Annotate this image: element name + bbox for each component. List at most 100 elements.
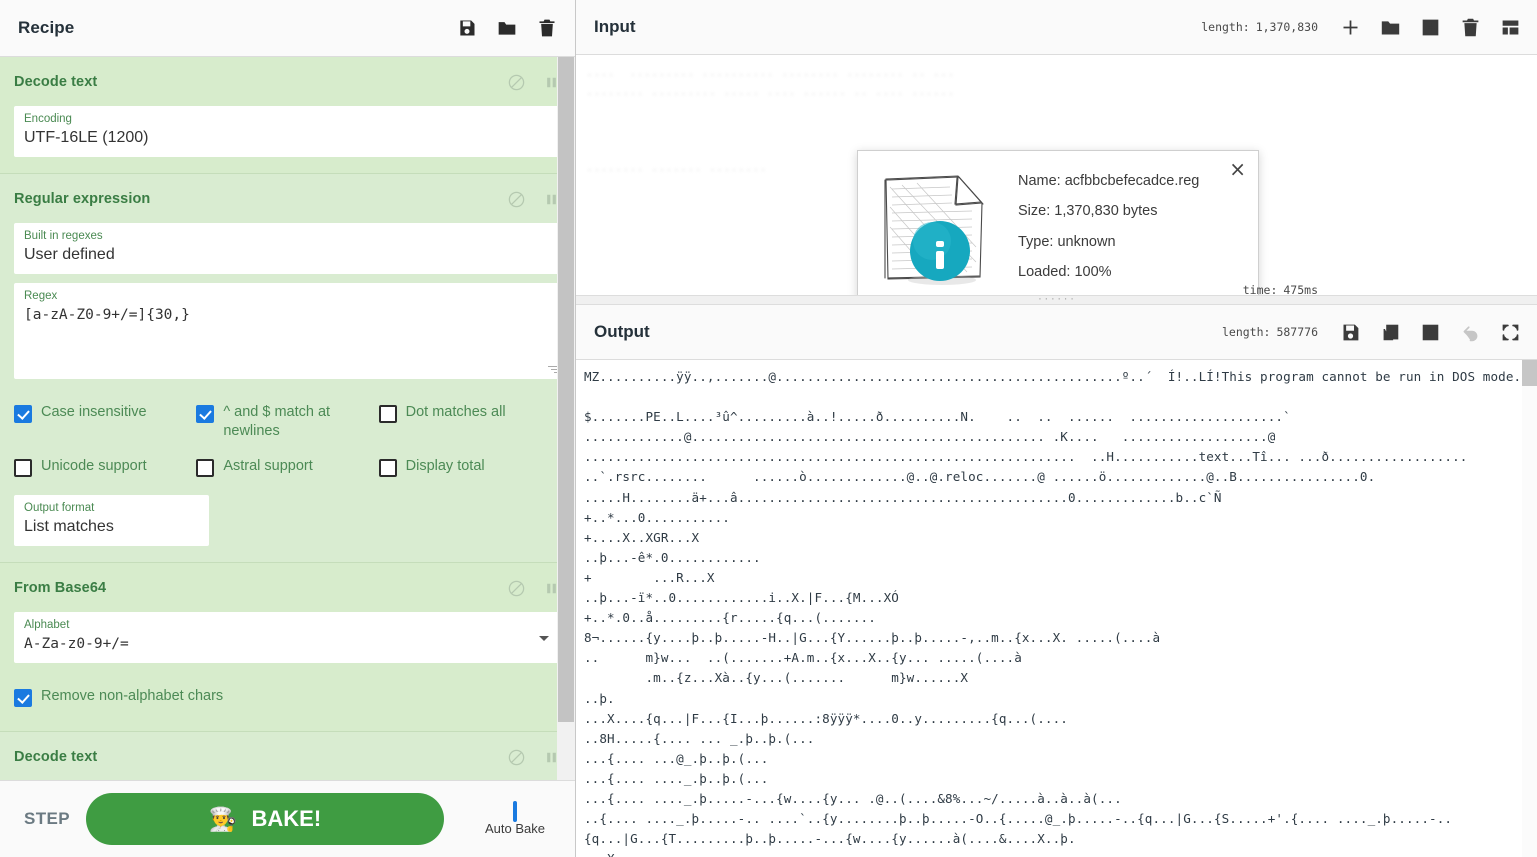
recipe-header: Recipe	[0, 0, 575, 57]
output-length-key: length:	[1221, 325, 1271, 339]
checkbox-box[interactable]	[378, 459, 397, 477]
checkbox-case-insensitive[interactable]: Case insensitive	[14, 395, 196, 449]
checkbox-multiline[interactable]: ^ and $ match at newlines	[196, 395, 378, 449]
operation-header: Decode text	[14, 67, 561, 97]
checkbox-box[interactable]	[196, 405, 215, 423]
auto-bake-label: Auto Bake	[485, 820, 545, 836]
step-button[interactable]: STEP	[16, 809, 86, 829]
input-length-value: 1,370,830	[1255, 20, 1318, 34]
maximize-icon[interactable]	[1500, 322, 1521, 343]
checkbox-dot-matches-all[interactable]: Dot matches all	[378, 395, 561, 449]
encoding-select[interactable]: Encoding UTF-16LE (1200)	[14, 106, 561, 157]
output-scrollbar-thumb[interactable]	[1522, 360, 1537, 386]
recipe-operation-decode-text-1[interactable]: Decode text Encoding UTF-16LE (1200)	[0, 57, 575, 174]
recipe-scrollbar-track[interactable]	[557, 57, 575, 780]
checkbox-box[interactable]	[14, 459, 32, 477]
built-in-regexes-value: User defined	[24, 246, 115, 263]
operation-header: Decode text	[14, 742, 561, 772]
cyberchef-app: Recipe Decode text Encoding UTF-16LE (12…	[0, 0, 1537, 857]
output-header: Output time: 475ms length: 587776 lines:…	[576, 283, 1537, 381]
alphabet-label: Alphabet	[24, 619, 70, 631]
recipe-operations-scroll[interactable]: Decode text Encoding UTF-16LE (1200) Reg…	[0, 57, 575, 780]
checkbox-label: Case insensitive	[41, 404, 147, 420]
auto-bake-toggle[interactable]: Auto Bake	[485, 800, 559, 836]
input-body[interactable]: .... ......... .......... ........ .....…	[576, 55, 1537, 295]
recipe-operation-decode-text-2[interactable]: Decode text	[0, 732, 575, 780]
alphabet-select[interactable]: Alphabet A-Za-z0-9+/=	[14, 612, 561, 663]
disable-icon[interactable]	[507, 579, 526, 598]
built-in-regexes-label: Built in regexes	[24, 230, 103, 242]
checkbox-box[interactable]	[14, 405, 32, 423]
operation-title: Decode text	[14, 74, 98, 90]
operation-title: From Base64	[14, 580, 107, 596]
undo-icon[interactable]	[1460, 322, 1481, 343]
file-info-details: Name: acfbbcbefecadce.reg Size: 1,370,83…	[1004, 166, 1199, 288]
save-recipe-icon[interactable]	[457, 18, 477, 38]
chef-icon: 👨‍🍳	[208, 805, 238, 832]
checkbox-box[interactable]	[378, 405, 397, 423]
checkbox-label: Unicode support	[41, 458, 147, 474]
output-time-key: time:	[1242, 283, 1278, 297]
disable-icon[interactable]	[507, 748, 526, 767]
output-text: MZ..........ÿÿ..,.......@...............…	[584, 369, 1522, 857]
bake-to-input-icon[interactable]	[1420, 322, 1441, 343]
operation-controls	[507, 579, 561, 598]
add-tab-icon[interactable]	[1340, 17, 1361, 38]
checkbox-label: Astral support	[223, 458, 313, 474]
alphabet-value: A-Za-z0-9+/=	[24, 636, 129, 652]
disable-icon[interactable]	[507, 73, 526, 92]
checkbox-box[interactable]	[14, 689, 32, 707]
close-icon[interactable]: ×	[1229, 159, 1246, 179]
input-length-key: length:	[1201, 20, 1250, 34]
checkbox-box[interactable]	[196, 459, 215, 477]
io-splitter[interactable]: ······	[576, 295, 1537, 305]
open-file-as-input-icon[interactable]	[1420, 17, 1441, 38]
checkbox-display-total[interactable]: Display total	[378, 449, 561, 485]
recipe-pane: Recipe Decode text Encoding UTF-16LE (12…	[0, 0, 576, 857]
file-type: Type: unknown	[1018, 233, 1116, 250]
built-in-regexes-select[interactable]: Built in regexes User defined	[14, 223, 561, 274]
file-loaded: Loaded: 100%	[1018, 264, 1112, 280]
checkbox-remove-non-alphabet-chars[interactable]: Remove non-alphabet chars	[14, 679, 561, 715]
output-time-value: 475ms	[1283, 283, 1318, 297]
open-folder-icon[interactable]	[1380, 17, 1401, 38]
encoding-value: UTF-16LE (1200)	[24, 129, 149, 146]
load-recipe-folder-icon[interactable]	[497, 18, 517, 38]
recipe-scrollbar-thumb[interactable]	[558, 57, 574, 722]
disable-icon[interactable]	[507, 190, 526, 209]
output-format-select[interactable]: Output format List matches	[14, 495, 209, 546]
regex-value: [a-zA-Z0-9+/=]{30,}	[24, 307, 190, 323]
copy-output-icon[interactable]	[1380, 322, 1401, 343]
output-scrollbar-track[interactable]	[1522, 360, 1537, 857]
output-format-label: Output format	[24, 502, 95, 514]
recipe-operation-from-base64[interactable]: From Base64 Alphabet A-Za-z0-9+/= Remove…	[0, 563, 575, 732]
recipe-operations-list: Decode text Encoding UTF-16LE (1200) Reg…	[0, 57, 575, 780]
clear-recipe-trash-icon[interactable]	[537, 18, 557, 38]
chevron-down-icon[interactable]	[539, 635, 549, 641]
clear-input-trash-icon[interactable]	[1460, 17, 1481, 38]
recipe-header-controls	[457, 18, 557, 38]
file-size: Size: 1,370,830 bytes	[1018, 203, 1158, 219]
output-title: Output	[594, 322, 650, 341]
operation-controls	[507, 190, 561, 209]
regex-input[interactable]: Regex [a-zA-Z0-9+/=]{30,}	[14, 283, 561, 379]
regex-options-grid: Case insensitive ^ and $ match at newlin…	[14, 395, 561, 485]
recipe-operation-regular-expression[interactable]: Regular expression Built in regexes User…	[0, 174, 575, 563]
output-length-value: 587776	[1276, 325, 1318, 339]
input-title: Input	[594, 17, 636, 36]
encoding-label: Encoding	[24, 113, 72, 125]
io-pane: Input length: 1,370,830 .... ......... .…	[576, 0, 1537, 857]
recipe-title: Recipe	[18, 18, 75, 37]
checkbox-box[interactable]	[513, 800, 517, 822]
bake-button[interactable]: 👨‍🍳 BAKE!	[86, 793, 445, 845]
output-body[interactable]: MZ..........ÿÿ..,.......@...............…	[576, 360, 1537, 857]
output-format-value: List matches	[24, 518, 114, 535]
checkbox-unicode-support[interactable]: Unicode support	[14, 449, 196, 485]
checkbox-astral-support[interactable]: Astral support	[196, 449, 378, 485]
save-output-icon[interactable]	[1340, 322, 1361, 343]
operation-title: Regular expression	[14, 191, 151, 207]
tabs-layout-icon[interactable]	[1500, 17, 1521, 38]
operation-title: Decode text	[14, 749, 98, 765]
input-length-meta: length: 1,370,830	[1201, 0, 1340, 62]
input-header-icons	[1340, 17, 1521, 38]
